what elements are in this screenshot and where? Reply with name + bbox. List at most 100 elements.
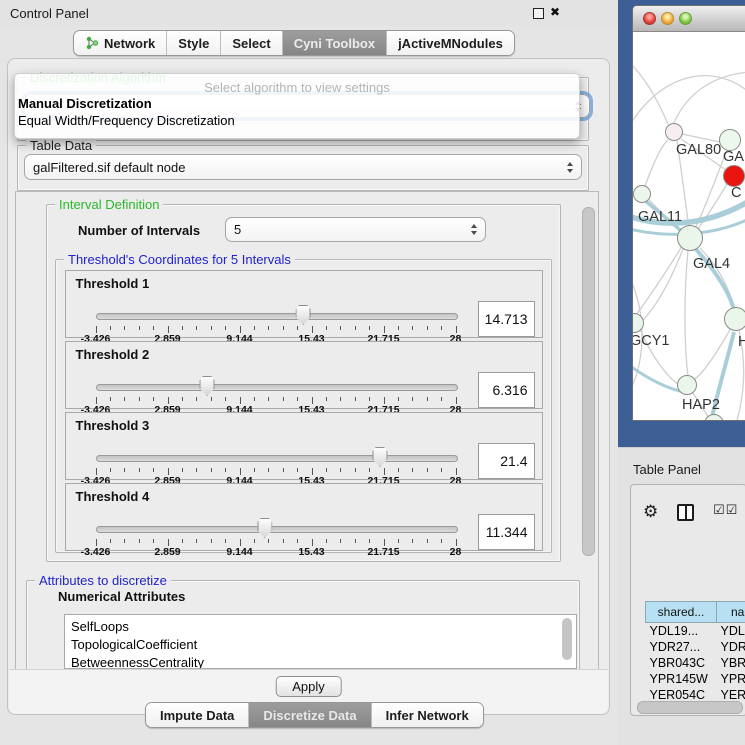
- algorithm-option-manual[interactable]: Manual Discretization: [15, 95, 579, 112]
- close-icon[interactable]: ✖: [550, 5, 560, 19]
- table-data-group-title: Table Data: [26, 138, 96, 153]
- network-node[interactable]: [723, 165, 745, 187]
- threshold-label: Threshold 3: [76, 418, 150, 433]
- tick-mark: [441, 468, 442, 472]
- table-row[interactable]: YPR145WYPR1: [646, 671, 745, 687]
- float-window-icon[interactable]: [533, 8, 544, 19]
- table-row[interactable]: YDL19...YDL1: [646, 623, 745, 640]
- tick-mark: [168, 468, 169, 475]
- threshold-label: Threshold 1: [76, 276, 150, 291]
- tab-network[interactable]: Network: [74, 31, 166, 55]
- minimize-traffic-light[interactable]: [661, 12, 674, 25]
- attribute-item[interactable]: BetweennessCentrality: [65, 654, 576, 669]
- numerical-attributes-list[interactable]: SelfLoopsTopologicalCoefficientBetweenne…: [64, 614, 577, 669]
- table-row[interactable]: YER054CYER0: [646, 687, 745, 699]
- settings-vertical-scrollbar[interactable]: [582, 207, 595, 556]
- table-row[interactable]: YBR043CYBR0: [646, 655, 745, 671]
- tab-impute-data[interactable]: Impute Data: [146, 703, 248, 727]
- tick-label: -3.426: [81, 546, 111, 558]
- threshold-value-field[interactable]: 11.344: [478, 514, 535, 550]
- network-canvas[interactable]: GAL80GACGAL11GAL4GCY1HHAP2: [633, 32, 745, 420]
- threshold-value-field[interactable]: 21.4: [478, 443, 535, 479]
- network-node[interactable]: [665, 123, 683, 141]
- network-node[interactable]: [677, 225, 703, 251]
- slider-track[interactable]: [96, 526, 458, 533]
- tab-style[interactable]: Style: [166, 31, 220, 55]
- tick-mark: [124, 397, 125, 401]
- number-of-intervals-combo[interactable]: 5: [225, 217, 486, 242]
- slider-track[interactable]: [96, 455, 458, 462]
- tick-mark: [196, 539, 197, 543]
- tick-mark: [211, 397, 212, 401]
- tab-jactivemnodules[interactable]: jActiveMNodules: [386, 31, 514, 55]
- slider-thumb[interactable]: [257, 518, 272, 538]
- tick-mark: [211, 539, 212, 543]
- table-cell[interactable]: YBR0: [717, 655, 745, 671]
- table-cell[interactable]: YPR145W: [646, 671, 717, 687]
- threshold-slider-4[interactable]: -3.4262.8599.14415.4321.71528: [96, 518, 456, 552]
- column-header-shared-name[interactable]: shared...: [646, 602, 717, 623]
- tab-discretize-data[interactable]: Discretize Data: [248, 703, 370, 727]
- network-window-titlebar[interactable]: [633, 6, 745, 32]
- tick-mark: [398, 326, 399, 330]
- apply-button[interactable]: Apply: [275, 676, 342, 697]
- slider-thumb[interactable]: [296, 305, 311, 325]
- table-cell[interactable]: YDR27...: [646, 639, 717, 655]
- tab-select[interactable]: Select: [220, 31, 281, 55]
- gear-icon[interactable]: ⚙: [643, 502, 658, 522]
- network-node-label: GCY1: [633, 333, 670, 349]
- attributes-list-scrollbar[interactable]: [562, 618, 572, 660]
- table-cell[interactable]: YER0: [717, 687, 745, 699]
- tick-mark: [326, 397, 327, 401]
- tick-mark: [110, 468, 111, 472]
- control-panel-title: Control Panel: [10, 6, 89, 21]
- table-cell[interactable]: YDR2: [717, 639, 745, 655]
- table-cell[interactable]: YBR043C: [646, 655, 717, 671]
- table-cell[interactable]: YDL1: [717, 623, 745, 640]
- close-traffic-light[interactable]: [643, 12, 656, 25]
- table-cell[interactable]: YER054C: [646, 687, 717, 699]
- application-screen: Control Panel ✖ Network Style: [0, 0, 745, 745]
- network-node[interactable]: [677, 375, 697, 395]
- attribute-item[interactable]: TopologicalCoefficient: [65, 636, 576, 654]
- network-node-label: H: [738, 334, 745, 350]
- threshold-value-field[interactable]: 14.713: [478, 301, 535, 337]
- network-node-label: HAP2: [682, 397, 720, 413]
- tick-label: 15.43: [298, 546, 324, 558]
- attribute-item[interactable]: SelfLoops: [65, 618, 576, 636]
- zoom-traffic-light[interactable]: [679, 12, 692, 25]
- tab-cyni-toolbox[interactable]: Cyni Toolbox: [282, 31, 386, 55]
- network-view-window[interactable]: GAL80GACGAL11GAL4GCY1HHAP2: [632, 5, 745, 421]
- threshold-slider-2[interactable]: -3.4262.8599.14415.4321.71528: [96, 376, 456, 410]
- algorithm-option-equal-width[interactable]: Equal Width/Frequency Discretization: [15, 112, 579, 129]
- tick-mark: [355, 397, 356, 401]
- tick-mark: [240, 397, 241, 404]
- slider-track[interactable]: [96, 384, 458, 391]
- table-horizontal-scrollbar[interactable]: [637, 701, 743, 714]
- tick-mark: [340, 468, 341, 472]
- slider-thumb[interactable]: [372, 447, 387, 467]
- tick-mark: [456, 468, 457, 475]
- threshold-slider-3[interactable]: -3.4262.8599.14415.4321.71528: [96, 447, 456, 481]
- slider-track[interactable]: [96, 313, 458, 320]
- table-clip: shared... na YDL19...YDL1YDR27...YDR2YBR…: [638, 543, 745, 699]
- threshold-slider-1[interactable]: -3.4262.8599.14415.4321.71528: [96, 305, 456, 339]
- table-cell[interactable]: YDL19...: [646, 623, 717, 640]
- select-columns-icon[interactable]: ☑☑: [713, 503, 738, 518]
- split-view-icon[interactable]: [677, 504, 694, 521]
- slider-thumb[interactable]: [200, 376, 215, 396]
- threshold-value-field[interactable]: 6.316: [478, 372, 535, 408]
- table-row[interactable]: YDR27...YDR2: [646, 639, 745, 655]
- tick-mark: [168, 397, 169, 404]
- column-header-name[interactable]: na: [717, 602, 745, 623]
- tab-infer-network[interactable]: Infer Network: [371, 703, 483, 727]
- network-node[interactable]: [724, 307, 745, 331]
- threshold-panel-2: Threshold 2 -3.4262.8599.14415.4321.7152…: [65, 341, 543, 409]
- network-node[interactable]: [633, 185, 651, 203]
- tick-mark: [110, 326, 111, 330]
- table-cell[interactable]: YPR1: [717, 671, 745, 687]
- network-node-label: GA: [723, 149, 744, 165]
- table-data-combo[interactable]: galFiltered.sif default node: [24, 154, 582, 180]
- network-node[interactable]: [719, 129, 741, 151]
- number-of-intervals-label: Number of Intervals: [78, 223, 200, 238]
